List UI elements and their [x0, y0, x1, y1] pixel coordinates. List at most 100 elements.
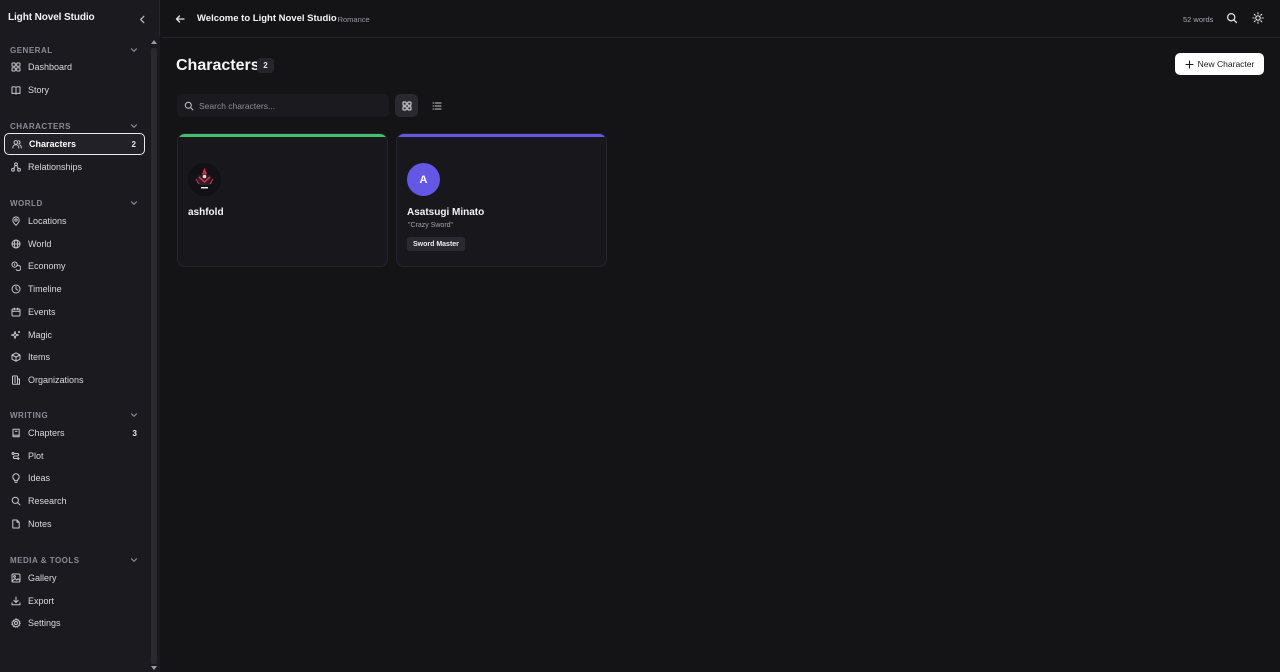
search-icon[interactable]	[1226, 12, 1238, 24]
sidebar-item-items[interactable]: Items	[4, 346, 145, 368]
chapter-book-icon	[11, 428, 21, 438]
relationships-icon	[11, 162, 21, 172]
sidebar-item-research[interactable]: Research	[4, 490, 145, 512]
sidebar-item-label: World	[28, 238, 52, 249]
chevron-down-icon	[130, 199, 138, 207]
collapse-sidebar-icon[interactable]	[136, 12, 148, 26]
section-header-world[interactable]: WORLD	[10, 197, 138, 209]
globe-icon	[11, 239, 21, 249]
word-count: 52 words	[1183, 15, 1214, 24]
project-genre: · Romance	[333, 15, 370, 24]
sidebar-item-export[interactable]: Export	[4, 590, 145, 612]
scroll-up-icon[interactable]	[150, 38, 158, 46]
search-icon	[184, 101, 194, 111]
character-name: Asatsugi Minato	[407, 207, 485, 218]
coins-icon	[11, 261, 21, 272]
card-accent-stripe	[397, 134, 606, 137]
project-title: Welcome to Light Novel Studio	[197, 13, 337, 24]
section-title: GENERAL	[10, 45, 53, 55]
gear-icon	[11, 618, 21, 629]
sidebar-nav: GENERAL Dashboard Story CHARACTERS Character…	[0, 34, 148, 672]
chevron-down-icon	[130, 122, 138, 130]
sidebar-item-events[interactable]: Events	[4, 301, 145, 323]
character-avatar: A	[407, 163, 440, 196]
character-card[interactable]: ashfold	[177, 133, 388, 267]
new-character-label: New Character	[1197, 59, 1255, 69]
sidebar-item-label: Export	[28, 595, 55, 606]
users-icon	[12, 139, 22, 149]
sidebar-item-ideas[interactable]: Ideas	[4, 467, 145, 489]
sidebar-item-timeline[interactable]: Timeline	[4, 278, 145, 300]
character-alias: "Crazy Sword"	[408, 222, 454, 229]
scroll-thumb[interactable]	[151, 48, 157, 664]
item-count-badge: 3	[132, 428, 137, 438]
sidebar-item-label: Characters	[29, 139, 77, 149]
lightbulb-icon	[11, 473, 21, 484]
sidebar-item-magic[interactable]: Magic	[4, 324, 145, 346]
sidebar-item-label: Plot	[28, 450, 44, 461]
sidebar-item-notes[interactable]: Notes	[4, 513, 145, 535]
sidebar-item-plot[interactable]: Plot	[4, 445, 145, 467]
character-avatar	[188, 163, 221, 196]
clock-icon	[11, 284, 21, 294]
section-header-media-tools[interactable]: MEDIA & TOOLS	[10, 554, 138, 566]
sidebar-item-locations[interactable]: Locations	[4, 210, 145, 232]
sidebar-item-chapters[interactable]: Chapters 3	[4, 422, 145, 444]
sidebar-item-label: Economy	[28, 261, 66, 272]
new-character-button[interactable]: New Character	[1175, 53, 1264, 75]
chevron-down-icon	[130, 556, 138, 564]
sidebar-item-story[interactable]: Story	[4, 79, 145, 101]
sidebar-scrollbar[interactable]	[148, 36, 160, 672]
sidebar-item-label: Organizations	[28, 374, 84, 385]
back-arrow-icon[interactable]	[174, 13, 186, 25]
app-name: Light Novel Studio	[8, 12, 95, 23]
sidebar-item-label: Settings	[28, 618, 61, 629]
character-role-tag: Sword Master	[407, 237, 465, 251]
sidebar-item-gallery[interactable]: Gallery	[4, 567, 145, 589]
card-accent-stripe	[178, 134, 387, 137]
character-search[interactable]	[177, 94, 389, 117]
chevron-down-icon	[130, 411, 138, 419]
grid-view-icon[interactable]	[395, 94, 418, 117]
image-icon	[11, 573, 21, 583]
character-card[interactable]: A Asatsugi Minato "Crazy Sword" Sword Ma…	[396, 133, 607, 267]
plot-icon	[11, 451, 21, 461]
search-input[interactable]	[199, 100, 379, 111]
scroll-down-icon[interactable]	[150, 664, 158, 672]
building-icon	[11, 375, 21, 385]
sidebar-item-world[interactable]: World	[4, 233, 145, 255]
package-icon	[11, 352, 21, 362]
sidebar-item-organizations[interactable]: Organizations	[4, 369, 145, 391]
sidebar-item-label: Events	[28, 306, 56, 317]
section-header-writing[interactable]: WRITING	[10, 409, 138, 421]
sidebar-item-label: Items	[28, 352, 51, 363]
sidebar-item-label: Story	[28, 84, 50, 95]
sidebar-item-economy[interactable]: Economy	[4, 255, 145, 277]
dashboard-icon	[11, 62, 21, 72]
sidebar-item-label: Timeline	[28, 284, 62, 295]
sidebar-item-label: Notes	[28, 518, 52, 529]
sidebar-item-label: Dashboard	[28, 62, 73, 72]
sidebar-item-dashboard[interactable]: Dashboard	[4, 56, 145, 78]
section-title: WORLD	[10, 198, 43, 208]
sidebar-item-label: Relationships	[28, 161, 83, 172]
plus-icon	[1185, 59, 1194, 69]
item-count-badge: 2	[131, 139, 136, 149]
list-view-icon[interactable]	[425, 94, 448, 117]
sidebar-item-label: Locations	[28, 216, 67, 226]
sidebar: Light Novel Studio GENERAL Dashboard Story…	[0, 0, 160, 672]
search-icon	[11, 496, 21, 506]
sidebar-item-settings[interactable]: Settings	[4, 612, 145, 634]
sidebar-item-characters[interactable]: Characters 2	[4, 133, 145, 155]
sidebar-item-relationships[interactable]: Relationships	[4, 156, 145, 178]
sidebar-item-label: Research	[28, 496, 67, 507]
book-icon	[11, 85, 21, 95]
sun-icon[interactable]	[1252, 12, 1264, 24]
section-header-general[interactable]: GENERAL	[10, 44, 138, 56]
avatar-initial: A	[419, 173, 428, 186]
sidebar-item-label: Ideas	[28, 473, 51, 484]
download-icon	[11, 596, 21, 606]
section-title: WRITING	[10, 410, 49, 420]
character-name: ashfold	[188, 207, 224, 218]
section-header-characters[interactable]: CHARACTERS	[10, 120, 138, 132]
